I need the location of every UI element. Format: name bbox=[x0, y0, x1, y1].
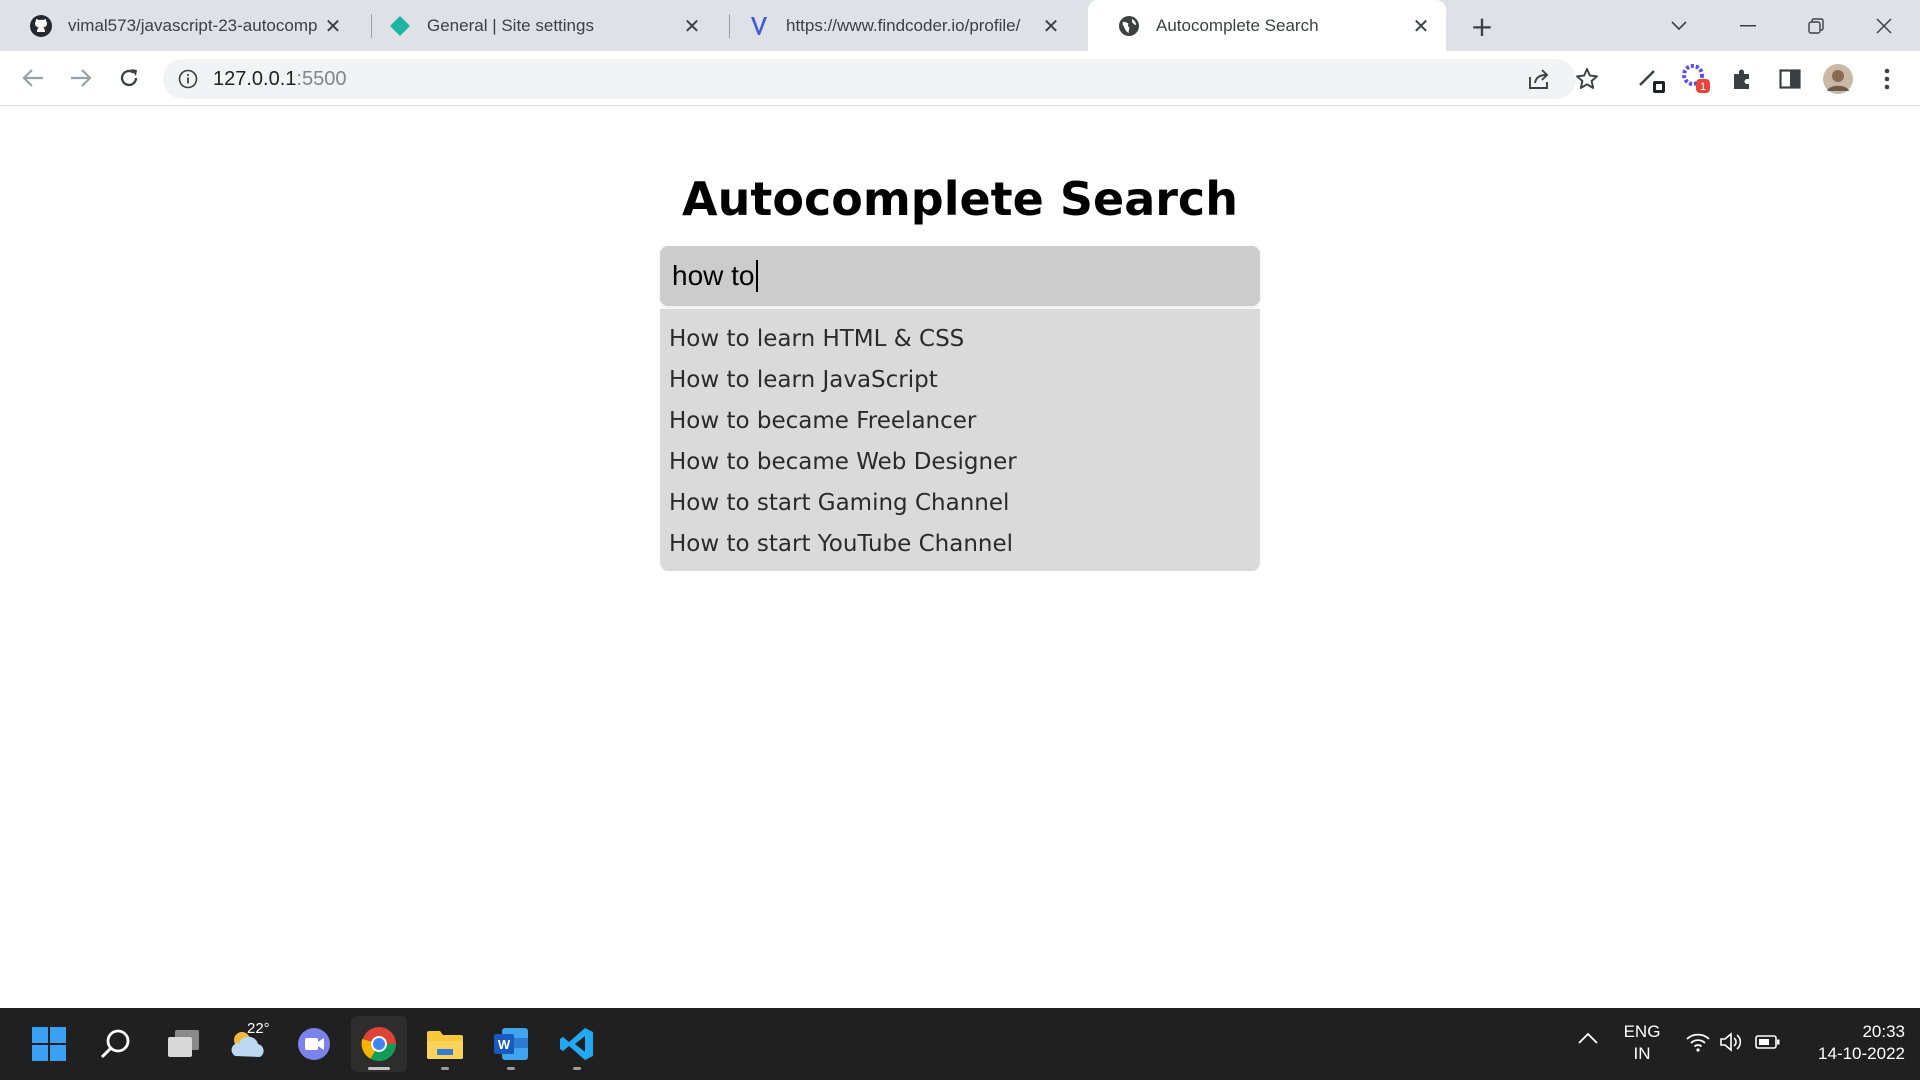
file-explorer-button[interactable] bbox=[417, 1016, 473, 1072]
forward-button[interactable] bbox=[63, 60, 99, 96]
word-button[interactable]: W bbox=[483, 1016, 539, 1072]
language-indicator[interactable]: ENG IN bbox=[1617, 1021, 1667, 1065]
running-indicator bbox=[368, 1067, 390, 1070]
search-input[interactable]: how to bbox=[660, 246, 1260, 306]
start-button[interactable] bbox=[21, 1016, 77, 1072]
suggestion-item[interactable]: How to became Web Designer bbox=[660, 442, 1260, 483]
eyedropper-extension-icon[interactable] bbox=[1633, 60, 1671, 98]
bookmark-star-icon[interactable] bbox=[1567, 59, 1607, 99]
folder-icon bbox=[427, 1031, 463, 1059]
info-icon[interactable] bbox=[177, 68, 199, 90]
vscode-icon bbox=[560, 1028, 593, 1060]
close-icon[interactable]: ✕ bbox=[1408, 13, 1434, 39]
tab-strip: vimal573/javascript-23-autocomp ✕ Genera… bbox=[0, 0, 1920, 51]
suggestion-item[interactable]: How to learn JavaScript bbox=[660, 360, 1260, 401]
page-viewport: Autocomplete Search how to How to learn … bbox=[0, 107, 1920, 1007]
tab-site-settings[interactable]: General | Site settings ✕ bbox=[359, 0, 717, 51]
reload-button[interactable] bbox=[111, 60, 147, 96]
vscode-button[interactable] bbox=[549, 1016, 605, 1072]
suggestion-item[interactable]: How to learn HTML & CSS bbox=[660, 319, 1260, 360]
clock-date: 14-10-2022 bbox=[1818, 1044, 1905, 1063]
tab-title: General | Site settings bbox=[427, 15, 594, 35]
reload-icon bbox=[120, 69, 138, 87]
search-button[interactable] bbox=[88, 1016, 144, 1072]
close-icon[interactable]: ✕ bbox=[1038, 13, 1064, 39]
github-icon bbox=[28, 13, 54, 39]
teams-chat-button[interactable] bbox=[286, 1016, 342, 1072]
share-icon[interactable] bbox=[1519, 59, 1559, 99]
url-host: 127.0.0.1 bbox=[213, 67, 297, 90]
weather-temperature: 22° bbox=[247, 1020, 270, 1037]
clock[interactable]: 20:33 14-10-2022 bbox=[1795, 1021, 1905, 1065]
language-region: IN bbox=[1633, 1044, 1651, 1063]
window-close-icon[interactable] bbox=[1852, 0, 1916, 51]
tab-findcoder[interactable]: https://www.findcoder.io/profile/ ✕ bbox=[718, 0, 1076, 51]
back-button[interactable] bbox=[15, 60, 51, 96]
autocomplete-container: how to How to learn HTML & CSS How to le… bbox=[660, 246, 1260, 571]
tab-title: Autocomplete Search bbox=[1156, 15, 1319, 35]
windows-taskbar: 22° W ENG IN 20:33 14-10-2022 bbox=[0, 1008, 1920, 1080]
findcoder-icon bbox=[746, 13, 772, 39]
chrome-taskbar-button[interactable] bbox=[351, 1016, 407, 1072]
battery-icon[interactable] bbox=[1755, 1034, 1781, 1054]
diamond-icon bbox=[387, 13, 413, 39]
running-indicator bbox=[573, 1067, 581, 1070]
tab-title: vimal573/javascript-23-autocomp bbox=[68, 15, 318, 35]
teams-chat-icon bbox=[298, 1028, 330, 1060]
restore-icon[interactable] bbox=[1784, 0, 1848, 51]
address-bar[interactable]: 127.0.0.1:5500 bbox=[163, 59, 1576, 99]
search-icon bbox=[100, 1029, 130, 1059]
suggestion-item[interactable]: How to became Freelancer bbox=[660, 401, 1260, 442]
volume-icon[interactable] bbox=[1719, 1032, 1745, 1056]
close-icon[interactable]: ✕ bbox=[320, 13, 346, 39]
tab-search-chevron-icon[interactable] bbox=[1647, 0, 1711, 51]
tab-github[interactable]: vimal573/javascript-23-autocomp ✕ bbox=[0, 0, 358, 51]
tab-title: https://www.findcoder.io/profile/ bbox=[786, 15, 1021, 35]
suggestion-item[interactable]: How to start Gaming Channel bbox=[660, 483, 1260, 524]
browser-toolbar: 127.0.0.1:5500 1 bbox=[0, 51, 1920, 106]
task-view-icon bbox=[168, 1030, 199, 1057]
avatar[interactable] bbox=[1819, 60, 1857, 98]
side-panel-icon[interactable] bbox=[1771, 60, 1809, 98]
task-view-button[interactable] bbox=[155, 1016, 211, 1072]
running-indicator bbox=[507, 1067, 515, 1070]
wifi-icon[interactable] bbox=[1685, 1032, 1711, 1056]
chrome-menu-icon[interactable] bbox=[1868, 60, 1906, 98]
search-input-value: how to bbox=[672, 260, 755, 291]
svg-text:W: W bbox=[498, 1037, 511, 1052]
color-extension-icon[interactable]: 1 bbox=[1677, 60, 1715, 98]
running-indicator bbox=[441, 1067, 449, 1070]
text-caret bbox=[755, 260, 758, 292]
page-title: Autocomplete Search bbox=[682, 172, 1238, 226]
extension-badge: 1 bbox=[1700, 81, 1706, 93]
minimize-icon[interactable] bbox=[1716, 0, 1780, 51]
chrome-icon bbox=[361, 1027, 396, 1061]
arrow-left-icon bbox=[22, 69, 43, 87]
weather-widget[interactable]: 22° bbox=[221, 1016, 277, 1072]
new-tab-button[interactable]: + bbox=[1467, 10, 1497, 43]
close-icon[interactable]: ✕ bbox=[679, 13, 705, 39]
language-code: ENG bbox=[1623, 1022, 1661, 1041]
windows-logo-icon bbox=[32, 1027, 66, 1061]
word-icon: W bbox=[494, 1028, 528, 1060]
url-port: :5500 bbox=[296, 67, 347, 90]
suggestion-item[interactable]: How to start YouTube Channel bbox=[660, 524, 1260, 565]
globe-icon bbox=[1116, 13, 1142, 39]
tab-autocomplete-search[interactable]: Autocomplete Search ✕ bbox=[1088, 0, 1446, 51]
arrow-right-icon bbox=[71, 69, 92, 87]
suggestion-list: How to learn HTML & CSS How to learn Jav… bbox=[660, 309, 1260, 571]
extensions-puzzle-icon[interactable] bbox=[1723, 60, 1761, 98]
clock-time: 20:33 bbox=[1862, 1022, 1905, 1041]
chevron-up-icon[interactable] bbox=[1577, 1030, 1599, 1049]
